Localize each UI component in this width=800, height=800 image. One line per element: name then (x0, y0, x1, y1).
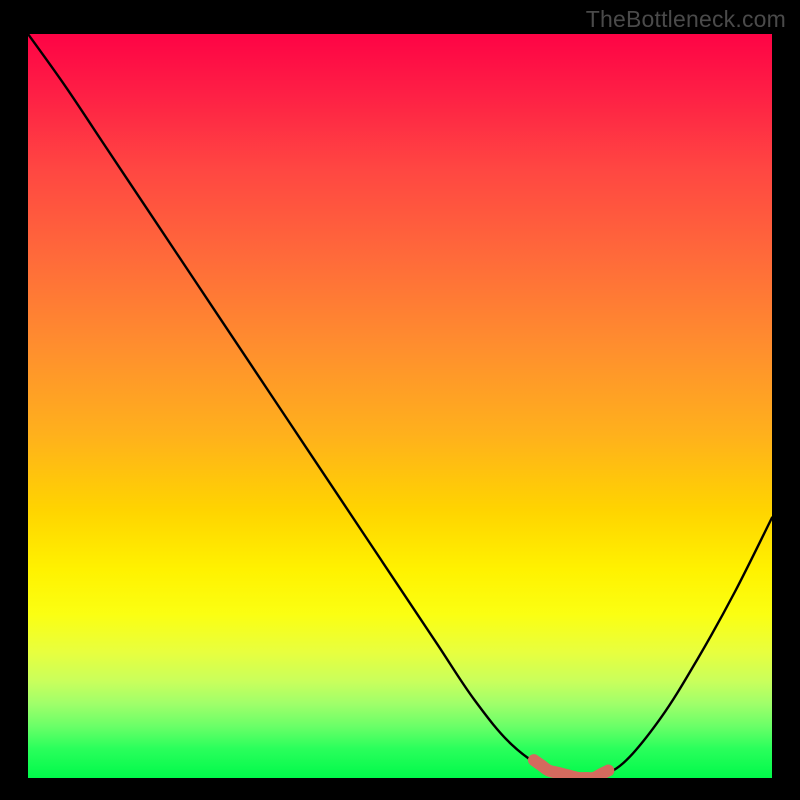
chart-stage: TheBottleneck.com (0, 0, 800, 800)
bottleneck-curve (28, 34, 772, 778)
accent-segment (534, 760, 608, 778)
plot-area (28, 34, 772, 778)
curve-svg (28, 34, 772, 778)
watermark-text: TheBottleneck.com (586, 6, 786, 33)
